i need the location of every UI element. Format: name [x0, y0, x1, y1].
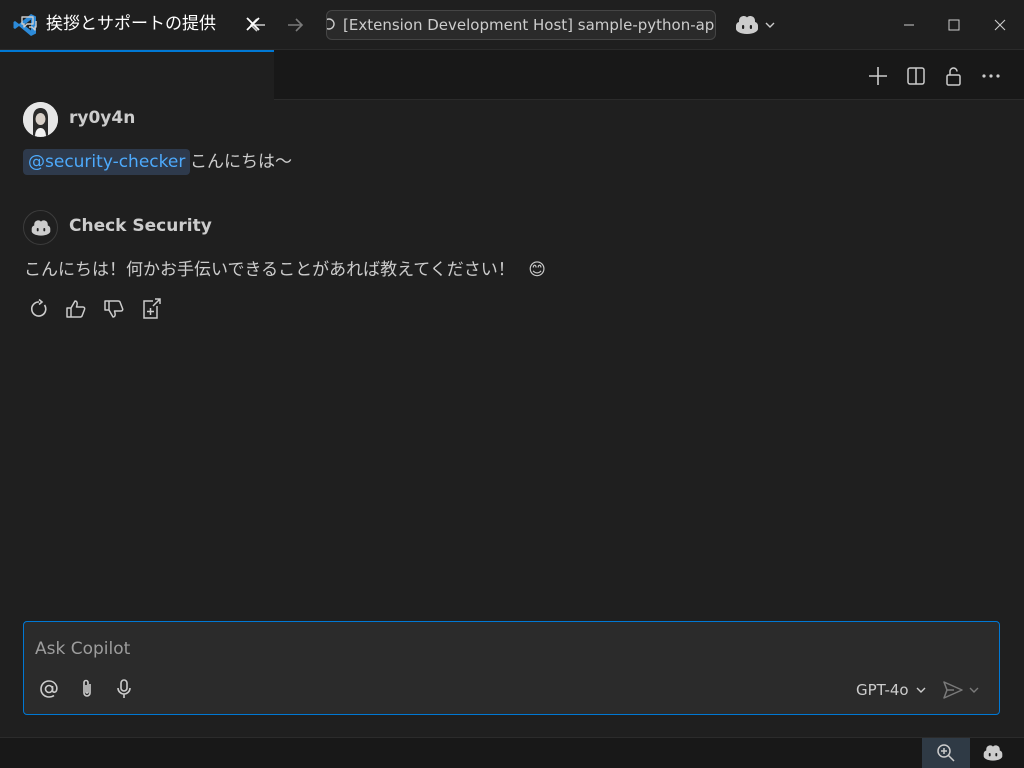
thumbs-up-icon[interactable]	[63, 296, 89, 322]
command-center[interactable]: [Extension Development Host] sample-pyth…	[326, 10, 716, 40]
chat-input[interactable]	[33, 634, 977, 664]
chat-input-box: GPT-4o	[23, 621, 1000, 715]
insert-into-editor-icon[interactable]	[138, 296, 164, 322]
unlock-icon[interactable]	[941, 64, 965, 88]
minimize-icon[interactable]	[898, 14, 920, 36]
assistant-name: Check Security	[69, 216, 212, 236]
split-editor-icon[interactable]	[904, 64, 928, 88]
user-name: ry0y4n	[69, 108, 136, 128]
avatar	[23, 102, 58, 137]
mention-icon[interactable]	[36, 676, 62, 702]
send-button[interactable]	[942, 677, 992, 703]
chevron-down-icon	[968, 684, 980, 696]
zoom-icon[interactable]	[922, 738, 970, 768]
search-icon	[327, 17, 337, 33]
retry-icon[interactable]	[26, 296, 52, 322]
more-actions-icon[interactable]	[979, 64, 1003, 88]
maximize-icon[interactable]	[943, 14, 965, 36]
new-chat-icon[interactable]	[866, 64, 890, 88]
attach-icon[interactable]	[74, 676, 100, 702]
model-label: GPT-4o	[856, 681, 909, 699]
copilot-status-icon[interactable]	[976, 738, 1010, 768]
agent-mention[interactable]: @security-checker	[23, 149, 191, 175]
command-center-label: [Extension Development Host] sample-pyth…	[343, 16, 715, 34]
copilot-avatar-icon	[23, 210, 58, 245]
user-message: こんにちは〜	[190, 152, 292, 172]
copilot-menu-button[interactable]	[734, 12, 778, 38]
forward-icon[interactable]	[283, 13, 307, 37]
tab-label: 挨拶とサポートの提供	[46, 14, 216, 34]
tab-chat[interactable]	[0, 50, 274, 100]
close-icon[interactable]	[244, 15, 262, 33]
copilot-icon	[734, 14, 760, 36]
send-icon	[942, 680, 964, 700]
assistant-message-text: こんにちは！何かお手伝いできることがあれば教えてください！	[24, 260, 515, 280]
chevron-down-icon	[915, 684, 927, 696]
chat-icon	[20, 15, 38, 33]
model-picker[interactable]: GPT-4o	[856, 679, 927, 701]
assistant-message: こんにちは！何かお手伝いできることがあれば教えてください！ 😊	[24, 257, 546, 283]
status-bar	[0, 737, 1024, 768]
close-window-icon[interactable]	[989, 14, 1011, 36]
microphone-icon[interactable]	[111, 676, 137, 702]
smile-emoji: 😊	[528, 260, 546, 280]
thumbs-down-icon[interactable]	[101, 296, 127, 322]
chevron-down-icon	[764, 19, 776, 31]
